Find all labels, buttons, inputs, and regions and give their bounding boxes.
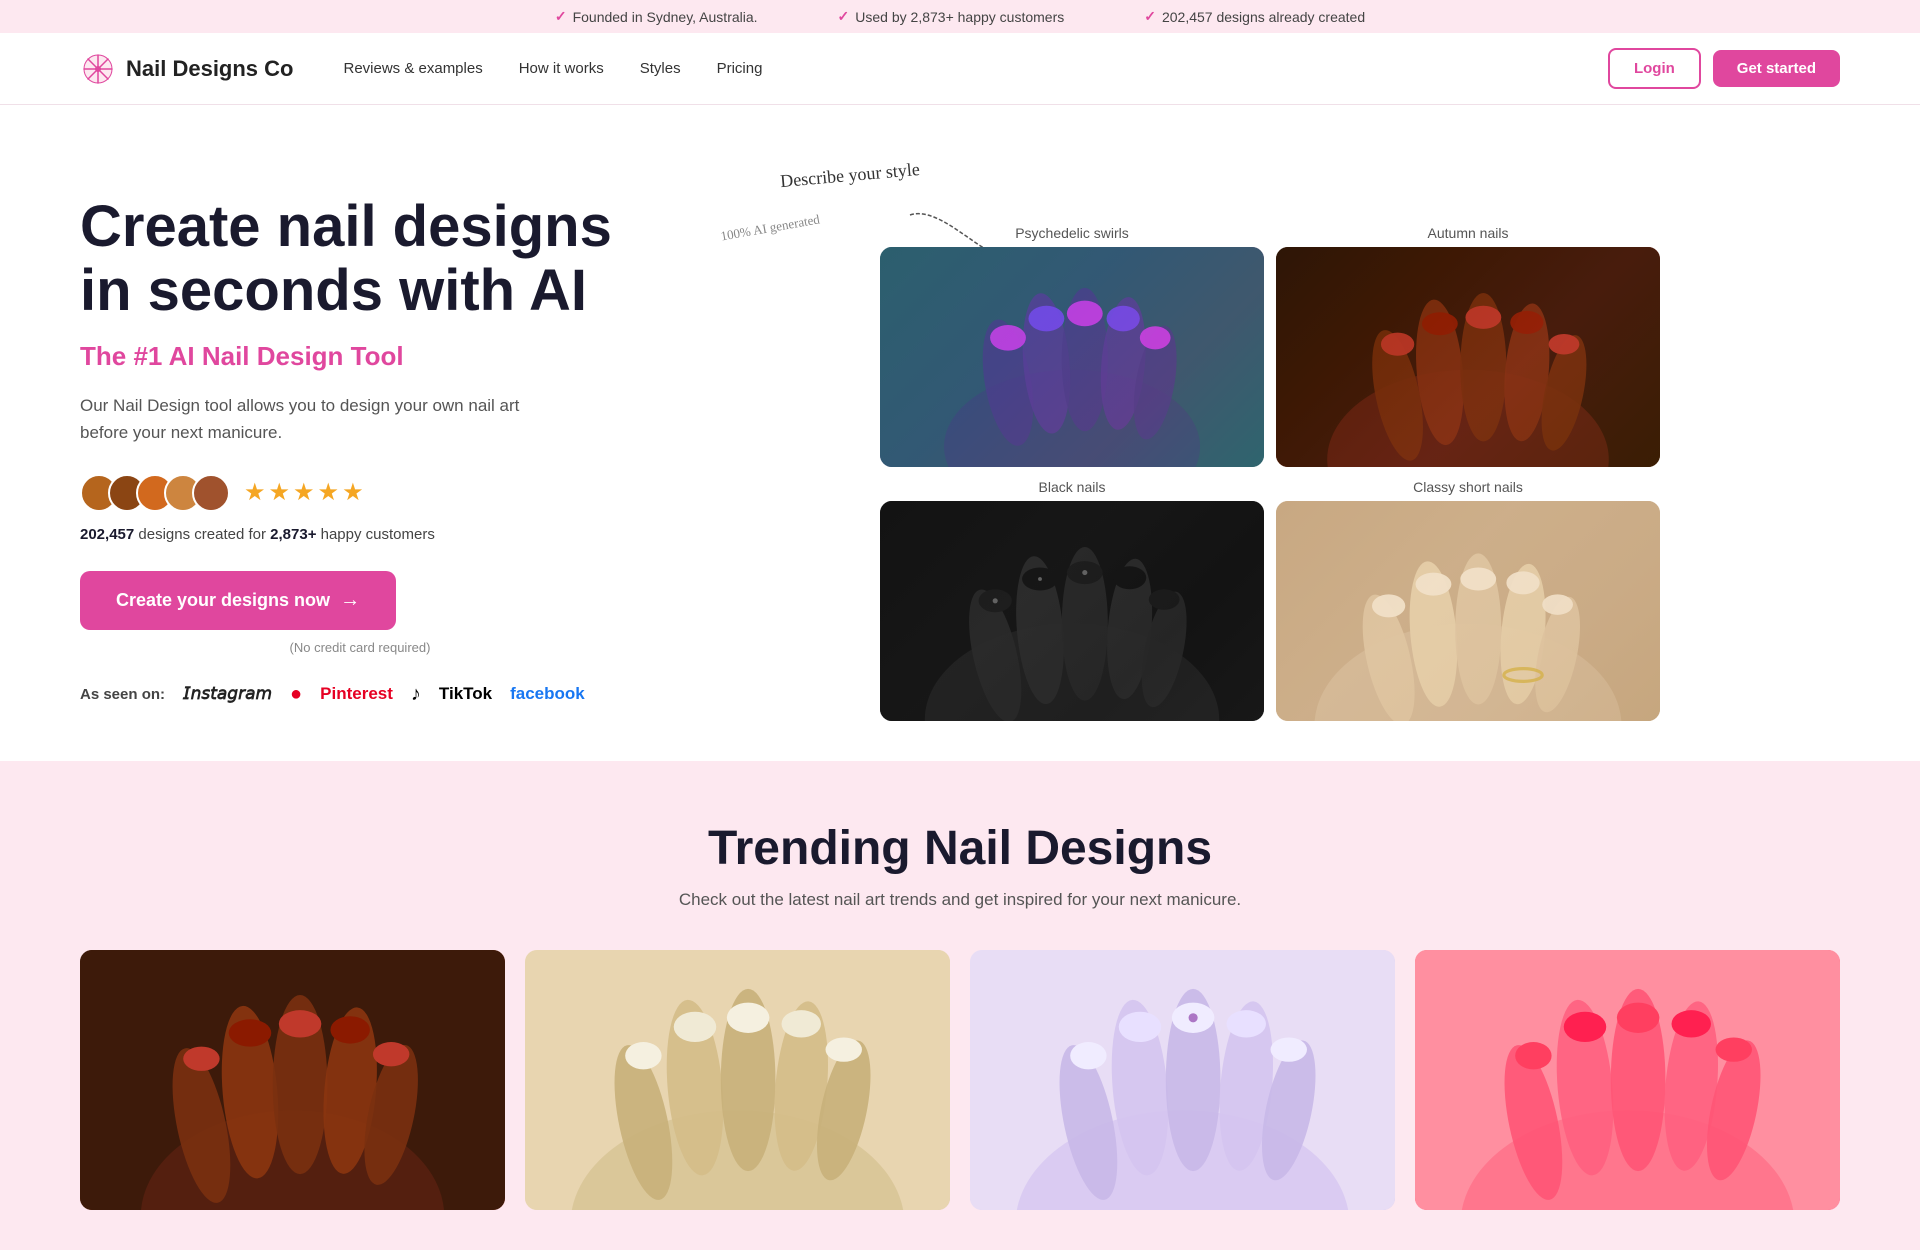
get-started-button[interactable]: Get started	[1713, 50, 1840, 87]
trending-card-4[interactable]	[1415, 950, 1840, 1210]
trending-grid	[80, 950, 1840, 1210]
no-credit-card-text: (No credit card required)	[80, 640, 640, 655]
hero-title: Create nail designs in seconds with AI	[80, 195, 640, 323]
image-label-black: Black nails	[1039, 479, 1106, 495]
login-button[interactable]: Login	[1608, 48, 1701, 89]
nav-styles[interactable]: Styles	[640, 60, 681, 77]
image-grid: Psychedelic swirls	[880, 225, 1660, 721]
star-5: ★	[342, 478, 364, 507]
tiktok-icon: ♪	[411, 683, 421, 706]
ai-generated-label: 100% AI generated	[719, 211, 821, 244]
star-1: ★	[244, 478, 266, 507]
trending-card-3[interactable]	[970, 950, 1395, 1210]
nail-image-autumn	[1276, 247, 1660, 467]
nav-actions: Login Get started	[1608, 48, 1840, 89]
nail-image-psychedelic	[880, 247, 1264, 467]
banner-item-2: Used by 2,873+ happy customers	[838, 8, 1065, 25]
avatar-stack	[80, 474, 230, 512]
image-cell-black: Black nails	[880, 479, 1264, 721]
describe-bubble: Describe your style	[779, 159, 920, 192]
hero-description: Our Nail Design tool allows you to desig…	[80, 392, 560, 446]
star-4: ★	[318, 478, 340, 507]
image-cell-psychedelic: Psychedelic swirls	[880, 225, 1264, 467]
avatar	[192, 474, 230, 512]
star-2: ★	[269, 478, 291, 507]
pinterest-icon: ●	[290, 683, 302, 706]
nail-image-black	[880, 501, 1264, 721]
nav-links: Reviews & examples How it works Styles P…	[343, 60, 1607, 77]
top-banner: Founded in Sydney, Australia. Used by 2,…	[0, 0, 1920, 33]
logo-text: Nail Designs Co	[126, 56, 293, 82]
as-seen-label: As seen on:	[80, 686, 165, 703]
customers-label: happy customers	[321, 526, 435, 543]
hero-right: Describe your style 100% AI generated Ps…	[700, 165, 1840, 721]
trending-title: Trending Nail Designs	[80, 821, 1840, 876]
cta-arrow-icon: →	[340, 589, 360, 612]
nail-image-classy	[1276, 501, 1660, 721]
nav-pricing[interactable]: Pricing	[717, 60, 763, 77]
stats-suffix: designs created for	[138, 526, 270, 543]
hero-section: Create nail designs in seconds with AI T…	[0, 105, 1920, 761]
image-label-psychedelic: Psychedelic swirls	[1015, 225, 1129, 241]
as-seen-row: As seen on: 𝘐𝘯𝘴𝘵𝘢𝘨𝘳𝘢𝘮 ● Pinterest ♪ TikT…	[80, 683, 640, 706]
cta-label: Create your designs now	[116, 590, 330, 611]
hero-left: Create nail designs in seconds with AI T…	[80, 165, 640, 706]
star-3: ★	[293, 478, 315, 507]
trending-section: Trending Nail Designs Check out the late…	[0, 761, 1920, 1250]
logo-icon	[80, 51, 116, 87]
social-facebook: facebook	[510, 684, 585, 704]
trending-card-1[interactable]	[80, 950, 505, 1210]
banner-item-3: 202,457 designs already created	[1144, 8, 1365, 25]
trending-description: Check out the latest nail art trends and…	[80, 890, 1840, 910]
image-label-autumn: Autumn nails	[1428, 225, 1509, 241]
image-cell-classy: Classy short nails	[1276, 479, 1660, 721]
image-cell-autumn: Autumn nails	[1276, 225, 1660, 467]
cta-button[interactable]: Create your designs now →	[80, 571, 396, 630]
trending-card-2[interactable]	[525, 950, 950, 1210]
navbar: Nail Designs Co Reviews & examples How i…	[0, 33, 1920, 105]
image-label-classy: Classy short nails	[1413, 479, 1523, 495]
social-pinterest: Pinterest	[320, 684, 393, 704]
avatars-row: ★ ★ ★ ★ ★	[80, 474, 640, 512]
stats-text: 202,457 designs created for 2,873+ happy…	[80, 526, 640, 543]
social-tiktok: TikTok	[439, 684, 492, 704]
nav-reviews[interactable]: Reviews & examples	[343, 60, 482, 77]
social-instagram: 𝘐𝘯𝘴𝘵𝘢𝘨𝘳𝘢𝘮	[183, 684, 272, 704]
customers-count: 2,873+	[270, 526, 316, 543]
star-rating: ★ ★ ★ ★ ★	[244, 478, 364, 507]
banner-item-1: Founded in Sydney, Australia.	[555, 8, 758, 25]
hero-subtitle: The #1 AI Nail Design Tool	[80, 341, 640, 372]
logo-area[interactable]: Nail Designs Co	[80, 51, 293, 87]
designs-count: 202,457	[80, 526, 134, 543]
nav-how-it-works[interactable]: How it works	[519, 60, 604, 77]
cta-container: Create your designs now →	[80, 571, 640, 640]
